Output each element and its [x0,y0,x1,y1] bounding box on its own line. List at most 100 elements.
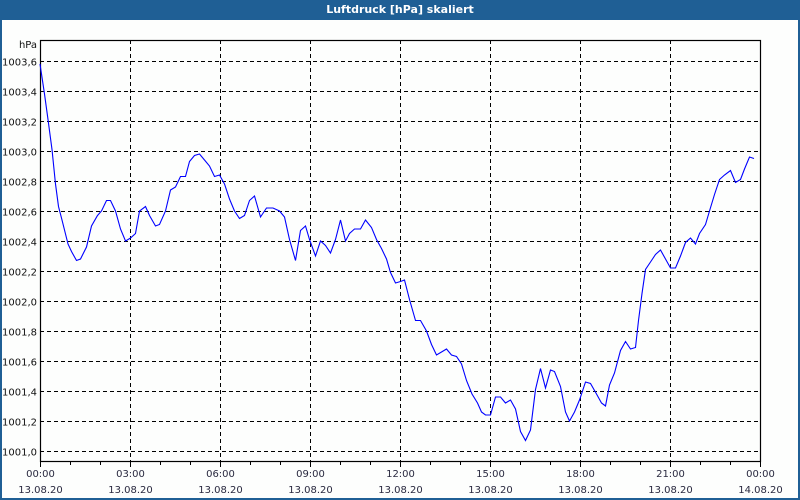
data-point [630,349,631,350]
data-point [199,154,200,155]
data-point [530,430,531,431]
data-point [335,239,336,240]
data-point [40,64,41,65]
data-point [625,341,626,342]
data-point [376,239,377,240]
x-tick-time-label: 12:00 [386,469,415,480]
data-point [234,211,235,212]
pressure-series-line [39,63,755,442]
data-point [273,208,274,209]
data-point [699,233,700,234]
data-point [426,331,427,332]
data-point [574,412,575,413]
data-point [719,179,720,180]
x-tick-time-label: 06:00 [206,469,235,480]
data-point [404,280,405,281]
data-point [540,368,541,369]
data-point [635,347,636,348]
data-point [749,157,750,158]
x-tick-date-label: 13.08.20 [558,485,603,496]
data-point [500,397,501,398]
y-tick-label: 1002,6 [2,208,37,219]
data-point [44,94,45,95]
x-tick-date-label: 13.08.20 [288,485,333,496]
data-point [209,166,210,167]
data-point [461,364,462,365]
data-point [325,245,326,246]
data-point [260,217,261,218]
x-tick-time-label: 00:00 [746,469,775,480]
data-point [596,394,597,395]
data-point [91,226,92,227]
data-point [650,262,651,263]
data-point [239,218,240,219]
data-point [477,403,478,404]
data-point [330,253,331,254]
data-point [466,380,467,381]
y-tick-label: 1001,4 [2,388,37,399]
data-point [354,229,355,230]
data-point [740,179,741,180]
data-point [149,215,150,216]
data-point [490,415,491,416]
data-point [510,400,511,401]
data-point [345,241,346,242]
data-point [309,239,310,240]
data-point [125,241,126,242]
data-point [415,320,416,321]
y-tick-label: 1002,2 [2,268,37,279]
x-tick-time-label: 21:00 [656,469,685,480]
data-point [189,161,190,162]
data-point [614,373,615,374]
data-point [266,208,267,209]
data-point [244,215,245,216]
x-tick-date-label: 13.08.20 [648,485,693,496]
data-point [185,176,186,177]
data-point [219,175,220,176]
data-point [97,215,98,216]
data-point [365,220,366,221]
data-point [120,229,121,230]
data-point [665,259,666,260]
data-point [320,241,321,242]
data-point [620,350,621,351]
data-point [110,200,111,201]
data-point [315,256,316,257]
data-point [48,119,49,120]
x-tick-time-label: 15:00 [476,469,505,480]
data-point [52,149,53,150]
x-tick-time-label: 00:00 [26,469,55,480]
data-point [714,194,715,195]
data-point [525,440,526,441]
data-point [229,199,230,200]
data-point [289,239,290,240]
data-point [180,176,181,177]
data-point [395,283,396,284]
data-point [505,403,506,404]
data-point [695,244,696,245]
data-point [735,182,736,183]
y-tick-label: 1003,6 [2,58,37,69]
data-point [601,403,602,404]
y-tick-label: 1002,4 [2,238,37,249]
data-point [638,320,639,321]
data-point [590,383,591,384]
data-point [655,254,656,255]
data-point [565,412,566,413]
y-tick-label: 1001,2 [2,418,37,429]
data-point [80,259,81,260]
x-tick-date-label: 14.08.20 [738,485,783,496]
x-tick-date-label: 13.08.20 [378,485,423,496]
data-point [305,226,306,227]
data-point [130,238,131,239]
y-tick-label: 1003,4 [2,88,37,99]
x-tick-date-label: 13.08.20 [108,485,153,496]
data-point [472,394,473,395]
data-point [71,251,72,252]
data-point [515,409,516,410]
data-point [685,242,686,243]
y-tick-label: 1001,8 [2,328,37,339]
data-point [680,256,681,257]
data-point [159,224,160,225]
data-point [585,382,586,383]
